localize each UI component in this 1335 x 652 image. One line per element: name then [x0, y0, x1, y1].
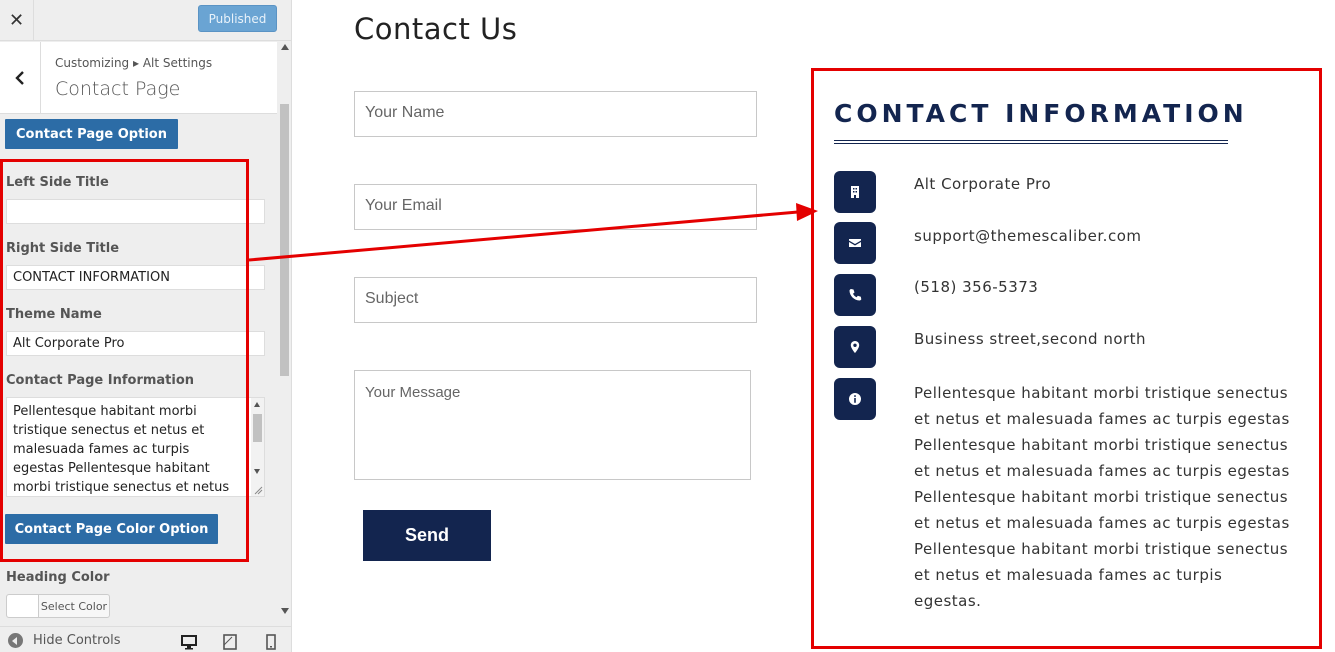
envelope-icon	[834, 222, 876, 264]
published-button[interactable]: Published	[198, 5, 277, 32]
textarea-scrollbar[interactable]	[251, 398, 264, 496]
map-marker-icon	[834, 326, 876, 368]
info-icon	[834, 378, 876, 420]
close-icon: ✕	[8, 10, 25, 31]
customizer-top-bar: ✕ Published	[0, 0, 291, 41]
highlight-box-settings	[0, 159, 249, 562]
building-icon	[834, 171, 876, 213]
resize-grip-icon[interactable]	[254, 486, 263, 495]
desktop-preview-icon[interactable]	[181, 634, 197, 650]
contact-page-option-button[interactable]: Contact Page Option	[5, 119, 178, 149]
send-button[interactable]: Send	[363, 510, 491, 561]
collapse-icon	[8, 633, 23, 648]
chevron-left-icon	[15, 71, 24, 85]
scroll-up-arrow-icon[interactable]	[281, 44, 289, 50]
subject-input[interactable]: Subject	[354, 277, 757, 323]
mobile-preview-icon[interactable]	[263, 634, 279, 650]
section-title: Contact Page	[55, 78, 181, 100]
hide-controls-button[interactable]: Hide Controls	[8, 633, 121, 648]
close-customizer-button[interactable]: ✕	[0, 0, 34, 41]
color-swatch[interactable]	[7, 595, 39, 617]
contact-item-address: Business street,second north	[914, 330, 1147, 348]
page-title: Contact Us	[354, 12, 518, 46]
customizer-sidebar: ✕ Published Customizing ▸ Alt Settings C…	[0, 0, 292, 652]
contact-item-description: Pellentesque habitant morbi tristique se…	[914, 384, 1290, 610]
phone-icon	[834, 274, 876, 316]
contact-item-phone: (518) 356-5373	[914, 278, 1039, 296]
scroll-down-arrow-icon[interactable]	[281, 608, 289, 614]
contact-info-title-underline	[834, 140, 1228, 144]
contact-item-company: Alt Corporate Pro	[914, 175, 1052, 193]
textarea-scroll-up-icon[interactable]	[254, 402, 260, 407]
email-input[interactable]: Your Email	[354, 184, 757, 230]
breadcrumb: Customizing ▸ Alt Settings	[55, 56, 213, 70]
back-button[interactable]	[0, 42, 41, 114]
heading-color-label: Heading Color	[6, 570, 110, 585]
section-header: Customizing ▸ Alt Settings Contact Page	[0, 42, 277, 114]
customizer-footer: Hide Controls	[0, 626, 291, 652]
sidebar-scrollbar[interactable]	[278, 42, 291, 620]
textarea-scroll-thumb[interactable]	[253, 414, 262, 442]
contact-item-email: support@themescaliber.com	[914, 227, 1142, 245]
tablet-preview-icon[interactable]	[222, 634, 238, 650]
message-textarea[interactable]: Your Message	[354, 370, 751, 480]
scroll-thumb[interactable]	[280, 104, 289, 376]
textarea-scroll-down-icon[interactable]	[254, 469, 260, 474]
heading-color-picker[interactable]: Select Color	[6, 594, 110, 618]
select-color-label: Select Color	[40, 599, 108, 613]
contact-info-title: CONTACT INFORMATION	[834, 99, 1248, 128]
hide-controls-label: Hide Controls	[33, 633, 121, 648]
name-input[interactable]: Your Name	[354, 91, 757, 137]
